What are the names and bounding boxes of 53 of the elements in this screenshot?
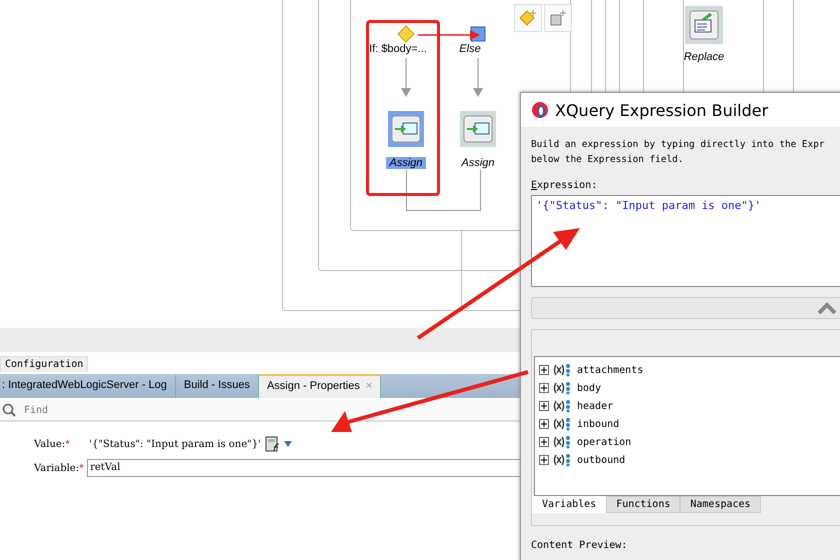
dialog-tab[interactable]: Namespaces [680, 496, 761, 513]
dialog-tab[interactable]: Functions [606, 496, 680, 513]
variable-icon [553, 453, 573, 467]
annotation-arrow [418, 29, 482, 41]
flow-arrow [400, 58, 412, 98]
activity-label: Replace [682, 51, 726, 63]
expression-builder-icon[interactable] [264, 436, 281, 452]
add-condition-icon[interactable] [514, 4, 542, 32]
tree-item[interactable]: attachments [577, 364, 644, 376]
expand-toggle-icon[interactable] [539, 419, 549, 429]
find-field[interactable]: Find [0, 400, 520, 422]
required-mark: * [79, 461, 85, 475]
tree-item[interactable]: body [577, 382, 602, 394]
find-input[interactable]: Find [22, 404, 520, 416]
tree-item[interactable]: header [577, 400, 614, 412]
dialog-tab[interactable]: Variables [532, 496, 606, 513]
instruction-text: Build an expression by typing directly into the Expr [531, 138, 826, 152]
replace-activity-icon[interactable] [685, 6, 723, 44]
expand-toggle-icon[interactable] [539, 437, 549, 447]
variable-icon [553, 435, 573, 449]
variable-input[interactable]: retVal [87, 459, 522, 477]
field-label: Variable: [34, 462, 80, 474]
tree-item[interactable]: inbound [577, 418, 620, 430]
variable-icon [553, 417, 573, 431]
panel-tab[interactable]: Assign - Properties × [258, 374, 382, 398]
panel-tab[interactable]: : IntegratedWebLogicServer - Log [0, 375, 176, 398]
value-text: '{"Status": "Input param is one"}' [89, 438, 261, 450]
tree-item[interactable]: outbound [577, 454, 626, 466]
expand-toggle-icon[interactable] [539, 455, 549, 465]
activity-label: Assign [460, 157, 496, 169]
field-label: Value: [34, 438, 66, 450]
expand-toggle-icon[interactable] [539, 365, 549, 375]
expand-toggle-icon[interactable] [539, 383, 549, 393]
tree-item[interactable]: operation [577, 436, 632, 448]
configuration-tab[interactable]: Configuration [0, 356, 88, 372]
assign-activity-icon[interactable] [388, 111, 424, 147]
dropdown-caret-icon[interactable] [282, 440, 293, 448]
add-branch-icon[interactable] [544, 4, 572, 32]
dialog-title: XQuery Expression Builder [555, 100, 768, 120]
assign-activity-icon[interactable] [460, 111, 496, 147]
variable-icon [553, 363, 573, 377]
expression-label: Expression: [531, 180, 598, 191]
app-logo-icon [531, 101, 549, 119]
required-mark: * [65, 437, 71, 451]
variable-icon [553, 381, 573, 395]
preview-label: Content Preview: [531, 540, 628, 551]
flow-arrow [472, 58, 484, 98]
activity-label: Assign [386, 157, 426, 169]
instruction-text: below the Expression field. [531, 153, 684, 167]
expression-field[interactable]: '{"Status": "Input param is one"}' [531, 195, 840, 287]
search-icon [2, 403, 16, 417]
variable-icon [553, 399, 573, 413]
expand-toggle-icon[interactable] [539, 401, 549, 411]
